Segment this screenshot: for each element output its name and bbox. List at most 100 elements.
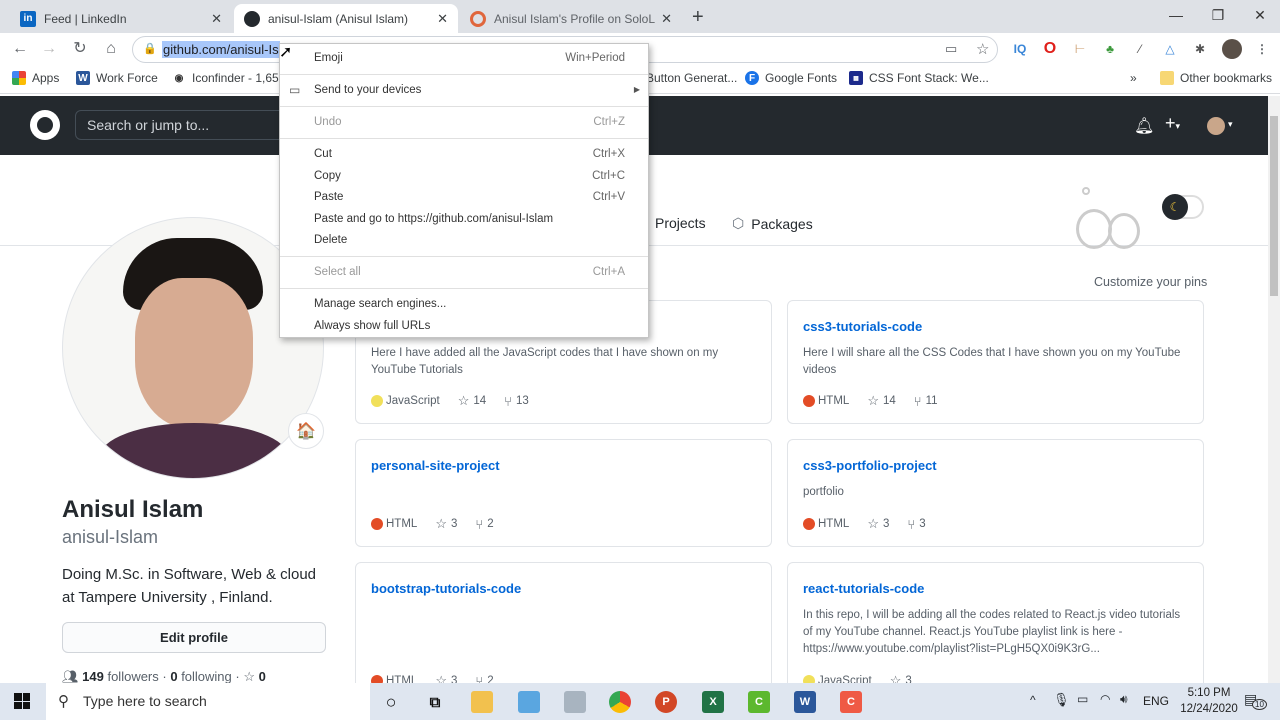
bookmark-iconfinder[interactable]: ◉ Iconfinder - 1,650 [172, 71, 286, 85]
repo-name-link[interactable]: bootstrap-tutorials-code [371, 581, 521, 596]
menu-item-send-to-devices[interactable]: ▭ Send to your devices ▶ [280, 80, 648, 100]
pinned-repo-card[interactable]: css3-portfolio-project portfolio HTML ☆ 3… [787, 439, 1204, 547]
chrome-icon[interactable] [609, 691, 631, 713]
github-search-input[interactable]: Search or jump to... [75, 110, 295, 140]
tree-extension-icon[interactable]: ♣ [1102, 41, 1118, 57]
wifi-icon[interactable]: ◠ [1100, 692, 1110, 706]
camtasia-red-icon[interactable]: C [840, 691, 862, 713]
tab-github[interactable]: anisul-Islam (Anisul Islam) ✕ [234, 4, 458, 33]
customize-pins-link[interactable]: Customize your pins [1094, 275, 1207, 289]
color-picker-extension-icon[interactable]: ⁄ [1132, 41, 1148, 57]
set-status-button[interactable]: 🏠 [288, 413, 324, 449]
menu-item-paste[interactable]: Paste Ctrl+V [280, 187, 648, 207]
edit-profile-button[interactable]: Edit profile [62, 622, 326, 653]
following-link[interactable]: 0 following [170, 669, 231, 683]
tab-packages[interactable]: ⬡ Packages [732, 215, 813, 232]
camtasia-green-icon[interactable]: C [748, 691, 770, 713]
taskbar-search-box[interactable]: ⚲ Type here to search [46, 683, 370, 720]
opera-extension-icon[interactable]: O [1042, 41, 1058, 57]
menu-item-manage-search-engines[interactable]: Manage search engines... [280, 294, 648, 314]
repo-name-link[interactable]: css3-portfolio-project [803, 458, 937, 473]
signpost-extension-icon[interactable]: ⊢ [1072, 41, 1088, 57]
tab-linkedin[interactable]: in Feed | LinkedIn ✕ [10, 4, 232, 33]
repo-forks[interactable]: 2 [487, 675, 493, 683]
repo-stars[interactable]: 3 [451, 518, 457, 530]
action-center-button[interactable]: ▤ 10 [1244, 691, 1267, 711]
restore-button[interactable]: ❐ [1196, 0, 1240, 30]
github-logo-icon[interactable] [30, 110, 60, 140]
other-bookmarks-folder[interactable]: Other bookmarks [1160, 71, 1272, 85]
scrollbar-thumb[interactable] [1270, 116, 1278, 296]
repo-name-link[interactable]: personal-site-project [371, 458, 500, 473]
repo-stars[interactable]: 14 [473, 395, 486, 407]
minimize-button[interactable]: — [1154, 0, 1198, 30]
pinned-repo-card[interactable]: bootstrap-tutorials-code HTML ☆ 3 ⑂ 2 [355, 562, 772, 683]
excel-icon[interactable]: X [702, 691, 724, 713]
bookmarks-overflow-button[interactable]: » [1130, 71, 1137, 85]
menu-item-always-show-full-urls[interactable]: Always show full URLs [280, 316, 648, 336]
notifications-bell-icon[interactable]: 🔔︎ [1134, 116, 1154, 136]
repo-stars[interactable]: 3 [883, 518, 889, 530]
new-tab-button[interactable]: + [692, 6, 704, 29]
menu-item-select-all[interactable]: Select all Ctrl+A [280, 262, 648, 282]
repo-forks[interactable]: 13 [516, 395, 529, 407]
repo-forks[interactable]: 3 [919, 518, 925, 530]
control-panel-icon[interactable] [518, 691, 540, 713]
volume-icon[interactable]: 🔊︎ [1120, 692, 1128, 707]
close-tab-icon[interactable]: ✕ [437, 11, 448, 27]
profile-avatar-icon[interactable] [1222, 39, 1242, 59]
bookmark-button-generator[interactable]: Button Generat... [646, 71, 737, 85]
forward-button[interactable]: → [38, 39, 60, 59]
cortana-icon[interactable]: ○ [380, 691, 402, 713]
resource-monitor-icon[interactable] [564, 691, 586, 713]
bookmark-star-icon[interactable]: ☆ [976, 40, 989, 58]
system-clock[interactable]: 5:10 PM 12/24/2020 [1178, 685, 1240, 717]
repo-name-link[interactable]: react-tutorials-code [803, 581, 924, 596]
bookmark-css-font-stack[interactable]: ▦ CSS Font Stack: We... [849, 71, 989, 85]
pinned-repo-card[interactable]: personal-site-project HTML ☆ 3 ⑂ 2 [355, 439, 772, 547]
menu-item-copy[interactable]: Copy Ctrl+C [280, 166, 648, 186]
stars-link[interactable]: ☆ 0 [243, 669, 266, 683]
bookmark-work-force[interactable]: W Work Force [76, 71, 158, 85]
repo-name-link[interactable]: css3-tutorials-code [803, 319, 922, 334]
menu-item-delete[interactable]: Delete [280, 230, 648, 250]
dark-mode-toggle[interactable]: ☾ [1162, 194, 1204, 220]
repo-stars[interactable]: 3 [905, 675, 911, 683]
file-explorer-icon[interactable] [471, 691, 493, 713]
microphone-icon[interactable]: 🎙︎ [1053, 692, 1070, 708]
back-button[interactable]: ← [9, 39, 31, 59]
input-language-indicator[interactable]: ENG [1143, 694, 1169, 708]
tab-sololearn[interactable]: Anisul Islam's Profile on SoloLear ✕ [460, 4, 682, 33]
iq-extension-icon[interactable]: IQ [1012, 41, 1028, 57]
menu-item-undo[interactable]: Undo Ctrl+Z [280, 112, 648, 132]
url-text-selected[interactable]: github.com/anisul-Is [162, 41, 280, 58]
powerpoint-icon[interactable]: P [655, 691, 677, 713]
tab-projects[interactable]: Projects [655, 215, 706, 231]
pinned-repo-card[interactable]: css3-tutorials-code Here I will share al… [787, 300, 1204, 424]
pinned-repo-card[interactable]: react-tutorials-code In this repo, I wil… [787, 562, 1204, 683]
task-view-icon[interactable]: ⧉ [424, 691, 446, 713]
show-hidden-icons-button[interactable]: ^ [1030, 693, 1036, 707]
repo-forks[interactable]: 2 [487, 518, 493, 530]
send-to-devices-icon[interactable]: ▭ [945, 41, 957, 57]
reload-button[interactable]: ↻ [69, 39, 91, 59]
menu-item-emoji[interactable]: Emoji Win+Period [280, 48, 648, 68]
menu-kebab-icon[interactable]: ⋮ [1254, 41, 1270, 57]
bookmark-google-fonts[interactable]: F Google Fonts [745, 71, 837, 85]
battery-icon[interactable]: ▭ [1077, 692, 1088, 706]
followers-link[interactable]: 149 followers [82, 669, 159, 683]
repo-forks[interactable]: 11 [926, 395, 938, 407]
triangle-extension-icon[interactable]: △ [1162, 41, 1178, 57]
word-icon[interactable]: W [794, 691, 816, 713]
windows-start-button[interactable] [14, 693, 30, 709]
close-tab-icon[interactable]: ✕ [211, 11, 222, 27]
menu-item-paste-and-go[interactable]: Paste and go to https://github.com/anisu… [280, 209, 648, 229]
home-button[interactable]: ⌂ [100, 39, 122, 59]
bookmark-apps[interactable]: Apps [12, 71, 59, 85]
extensions-puzzle-icon[interactable]: ✱ [1192, 41, 1208, 57]
repo-stars[interactable]: 3 [451, 675, 457, 683]
user-avatar-dropdown[interactable] [1207, 117, 1225, 135]
menu-item-cut[interactable]: Cut Ctrl+X [280, 144, 648, 164]
create-new-dropdown[interactable]: +▾ [1165, 113, 1180, 134]
close-window-button[interactable]: ✕ [1238, 0, 1280, 30]
